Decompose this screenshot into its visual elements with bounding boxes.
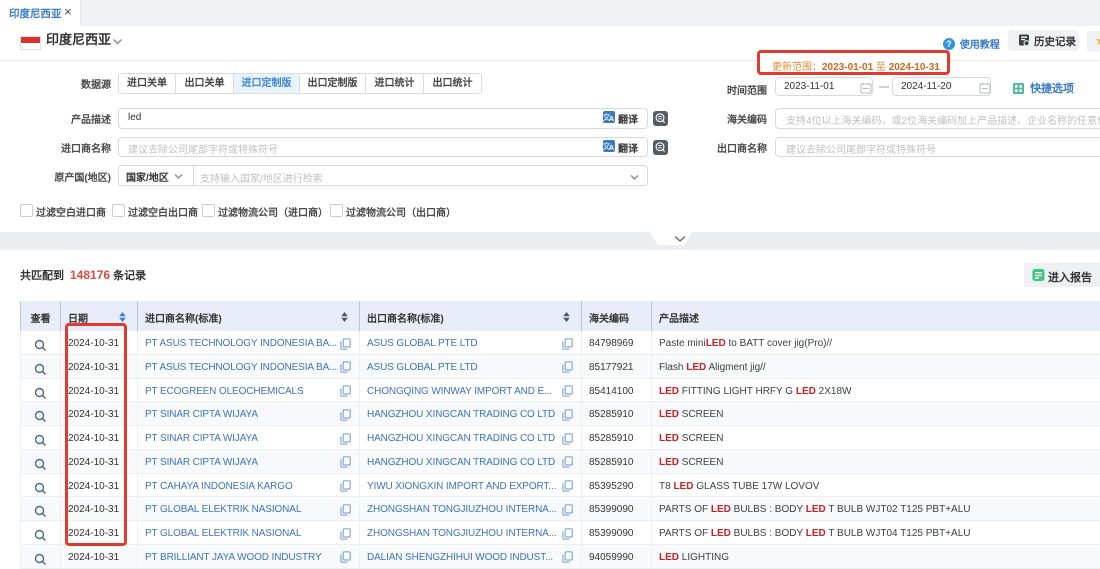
- svg-text:?: ?: [946, 39, 952, 49]
- svg-text:A: A: [609, 114, 615, 123]
- svg-text:A: A: [609, 143, 615, 152]
